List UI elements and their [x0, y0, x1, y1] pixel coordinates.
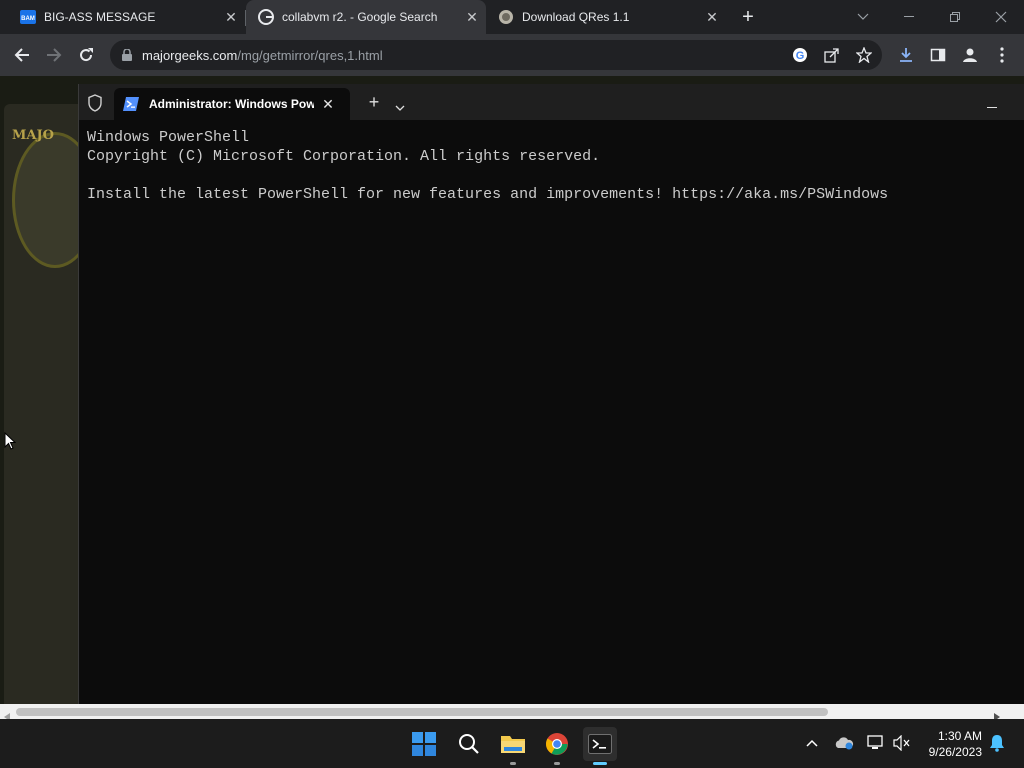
tab-close-icon[interactable]: ✕	[223, 9, 239, 25]
network-icon[interactable]	[864, 727, 888, 759]
terminal-dropdown-chevron-icon[interactable]	[395, 98, 405, 116]
share-icon[interactable]	[822, 45, 842, 65]
notification-bell-icon[interactable]	[985, 727, 1009, 759]
horizontal-scrollbar[interactable]	[0, 704, 1024, 721]
powershell-icon	[123, 97, 139, 111]
terminal-minimize-icon[interactable]	[987, 96, 997, 114]
new-tab-plus-icon[interactable]: +	[738, 7, 758, 27]
tab-title: collabvm r2. - Google Search	[282, 10, 438, 24]
url-host: majorgeeks.com	[142, 47, 238, 63]
new-terminal-tab-plus-icon[interactable]: +	[365, 93, 383, 111]
clock-date: 9/26/2023	[928, 745, 982, 759]
download-icon[interactable]	[894, 43, 918, 67]
tab-title: Download QRes 1.1	[522, 10, 630, 24]
google-favicon-icon	[258, 9, 274, 25]
shield-icon	[87, 94, 105, 112]
windows-taskbar: 1:30 AM 9/26/2023	[0, 719, 1024, 768]
majorgeeks-favicon-icon	[498, 9, 514, 25]
tab-close-icon[interactable]: ✕	[464, 9, 480, 25]
show-hidden-icons-chevron-icon[interactable]	[800, 727, 824, 759]
browser-tab-google-search[interactable]: collabvm r2. - Google Search ✕	[246, 0, 486, 34]
google-lens-icon[interactable]: G	[790, 45, 810, 65]
terminal-tab-powershell[interactable]: Administrator: Windows PowerShell ✕	[114, 88, 350, 120]
url-path: /mg/getmirror/qres,1.html	[237, 47, 383, 63]
minimize-icon[interactable]	[886, 0, 932, 34]
tab-close-icon[interactable]: ✕	[704, 9, 720, 25]
terminal-line: Install the latest PowerShell for new fe…	[87, 186, 889, 203]
profile-avatar-icon[interactable]	[958, 43, 982, 67]
mouse-cursor-icon	[4, 431, 17, 455]
terminal-tabbar: Administrator: Windows PowerShell ✕ +	[79, 84, 1024, 120]
chrome-icon[interactable]	[540, 727, 574, 765]
browser-tab-big-ass-message[interactable]: BAM BIG-ASS MESSAGE ✕	[0, 0, 245, 34]
terminal-line: Windows PowerShell	[87, 129, 250, 146]
taskbar-clock[interactable]: 1:30 AM 9/26/2023	[916, 728, 982, 760]
browser-tab-download-qres[interactable]: Download QRes 1.1 ✕	[486, 0, 726, 34]
svg-text:G: G	[796, 50, 805, 62]
lock-icon[interactable]	[120, 48, 134, 62]
forward-arrow-icon[interactable]	[42, 43, 66, 67]
terminal-tab-close-icon[interactable]: ✕	[320, 96, 336, 112]
tab-search-chevron-icon[interactable]	[840, 0, 886, 34]
terminal-output[interactable]: Windows PowerShell Copyright (C) Microsof…	[87, 128, 888, 204]
url-text: majorgeeks.com/mg/getmirror/qres,1.html	[142, 48, 383, 63]
svg-text:BAM: BAM	[21, 16, 35, 22]
terminal-window[interactable]: Administrator: Windows PowerShell ✕ + Wi…	[78, 84, 1024, 704]
side-panel-icon[interactable]	[926, 43, 950, 67]
terminal-tab-title: Administrator: Windows PowerShell	[149, 97, 314, 111]
browser-tabstrip: BAM BIG-ASS MESSAGE ✕ collabvm r2. - Goo…	[0, 0, 1024, 34]
majorgeeks-logo-text: MAJO	[12, 128, 54, 143]
bam-favicon-icon: BAM	[20, 9, 36, 25]
terminal-line: Copyright (C) Microsoft Corporation. All…	[87, 148, 601, 165]
bookmark-star-icon[interactable]	[854, 45, 874, 65]
address-bar[interactable]: majorgeeks.com/mg/getmirror/qres,1.html …	[110, 40, 882, 70]
search-icon[interactable]	[452, 727, 486, 761]
windows-terminal-taskbar-icon[interactable]	[583, 727, 617, 765]
kebab-menu-icon[interactable]	[990, 43, 1014, 67]
browser-toolbar: majorgeeks.com/mg/getmirror/qres,1.html …	[0, 34, 1024, 76]
start-windows-icon[interactable]	[407, 727, 441, 761]
clock-time: 1:30 AM	[937, 729, 982, 743]
onedrive-cloud-icon[interactable]	[832, 727, 856, 759]
tab-title: BIG-ASS MESSAGE	[44, 10, 156, 24]
reload-icon[interactable]	[74, 43, 98, 67]
restore-icon[interactable]	[932, 0, 978, 34]
close-window-icon[interactable]	[978, 0, 1024, 34]
volume-muted-icon[interactable]	[890, 727, 914, 759]
file-explorer-icon[interactable]	[496, 727, 530, 765]
scrollbar-thumb[interactable]	[16, 708, 828, 716]
back-arrow-icon[interactable]	[10, 43, 34, 67]
